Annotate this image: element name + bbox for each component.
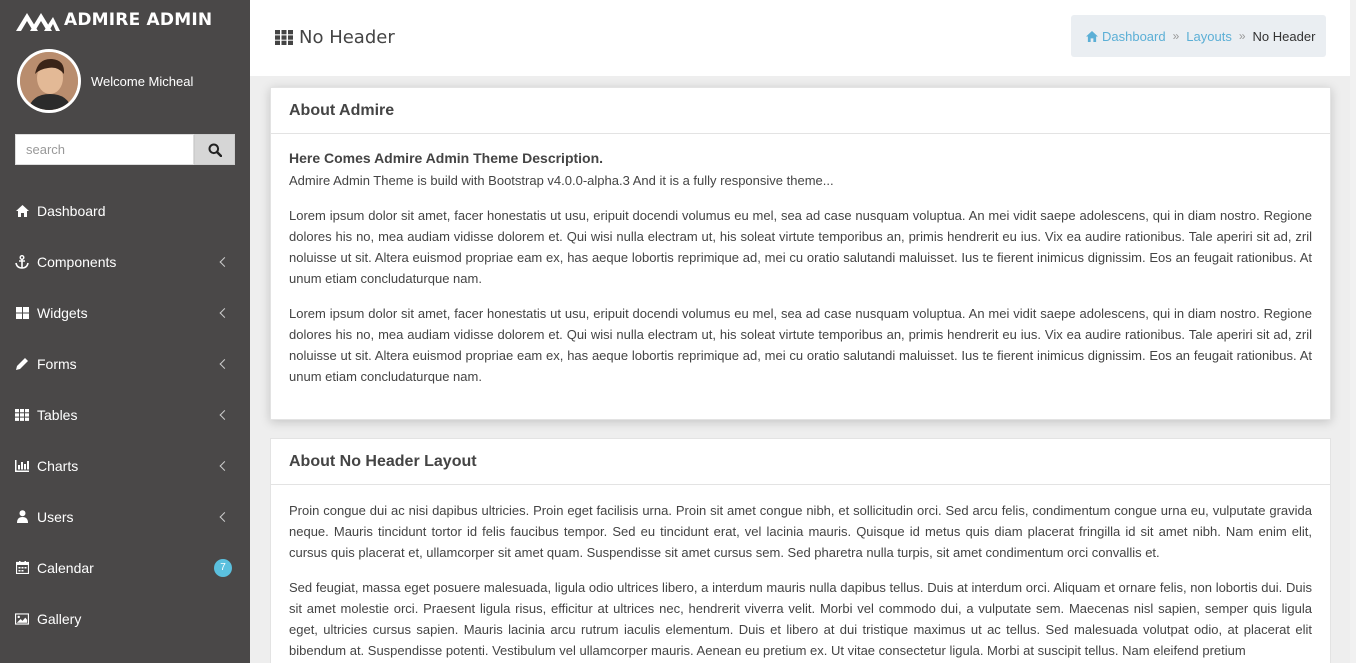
nav-label: Tables [37,406,78,423]
breadcrumb-current: No Header [1252,28,1316,44]
nav-item-components[interactable]: Components [0,236,250,287]
chevron-left-icon [219,307,230,318]
nav-item-calendar[interactable]: Calendar 7 [0,542,250,593]
table-icon [15,408,29,422]
chevron-left-icon [219,409,230,420]
chevron-left-icon [219,511,230,522]
nav-label: Charts [37,457,79,474]
double-chevron-right-icon: » [1172,29,1180,43]
nav-label: Widgets [37,304,88,321]
calendar-badge: 7 [214,558,232,577]
nav-item-users[interactable]: Users [0,491,250,542]
card-body: Here Comes Admire Admin Theme Descriptio… [271,134,1330,387]
card-paragraph: Sed feugiat, massa eget posuere malesuad… [289,580,1312,658]
user-icon [15,510,29,524]
page-title: No Header [275,27,395,48]
th-icon [275,30,293,45]
nav-label: Forms [37,355,77,372]
breadcrumb: Dashboard » Layouts » No Header [1071,15,1326,57]
calendar-icon [15,561,29,575]
breadcrumb-dashboard[interactable]: Dashboard [1102,29,1166,44]
pencil-icon [15,357,29,371]
nav-item-dashboard[interactable]: Dashboard [0,185,250,236]
double-chevron-right-icon: » [1238,29,1246,43]
home-icon [1086,30,1098,42]
user-profile: Welcome Micheal [17,49,193,113]
page-header: No Header Dashboard » Layouts » No Heade… [250,0,1356,76]
chevron-left-icon [219,460,230,471]
nav-label: Users [37,508,74,525]
sidebar: ADMIRE ADMIN Welcome Micheal search Dash… [0,0,250,663]
nav-item-tables[interactable]: Tables [0,389,250,440]
page-scrollbar[interactable] [1350,0,1356,663]
page-title-text: No Header [299,27,395,48]
bar-chart-icon [15,459,29,473]
brand-logo[interactable]: ADMIRE ADMIN [16,6,212,34]
card-paragraph: Proin congue dui ac nisi dapibus ultrici… [289,503,1312,560]
card-title: About No Header Layout [271,439,1330,485]
image-icon [15,612,29,626]
avatar[interactable] [17,49,81,113]
nav-item-widgets[interactable]: Widgets [0,287,250,338]
welcome-text: Welcome Micheal [91,73,194,89]
th-large-icon [15,306,29,320]
search-icon [208,143,222,157]
card-paragraph: Lorem ipsum dolor sit amet, facer honest… [289,208,1312,286]
nav-item-forms[interactable]: Forms [0,338,250,389]
card-body: Proin congue dui ac nisi dapibus ultrici… [271,485,1330,661]
card-paragraph: Lorem ipsum dolor sit amet, facer honest… [289,306,1312,384]
card-intro: Admire Admin Theme is build with Bootstr… [289,173,834,188]
nav-label: Components [37,253,117,270]
nav-item-charts[interactable]: Charts [0,440,250,491]
chevron-left-icon [219,256,230,267]
nav-label: Dashboard [37,202,106,219]
card-title: About Admire [271,88,1330,134]
sidebar-search [15,134,235,165]
breadcrumb-layouts[interactable]: Layouts [1186,29,1232,44]
card-subtitle: Here Comes Admire Admin Theme Descriptio… [289,150,604,166]
nav-label: Calendar [37,559,94,576]
about-admire-card: About Admire Here Comes Admire Admin The… [270,87,1331,420]
about-no-header-card: About No Header Layout Proin congue dui … [270,438,1331,663]
nav-item-gallery[interactable]: Gallery [0,593,250,644]
home-icon [15,204,29,218]
nav-label: Gallery [37,610,82,627]
brand-name: ADMIRE ADMIN [64,10,213,30]
search-input[interactable] [15,134,194,165]
chevron-left-icon [219,358,230,369]
anchor-icon [15,254,29,269]
sidebar-nav: Dashboard Components Widgets Forms Table… [0,185,250,644]
search-button[interactable] [194,134,235,165]
logo-icon [16,13,60,31]
